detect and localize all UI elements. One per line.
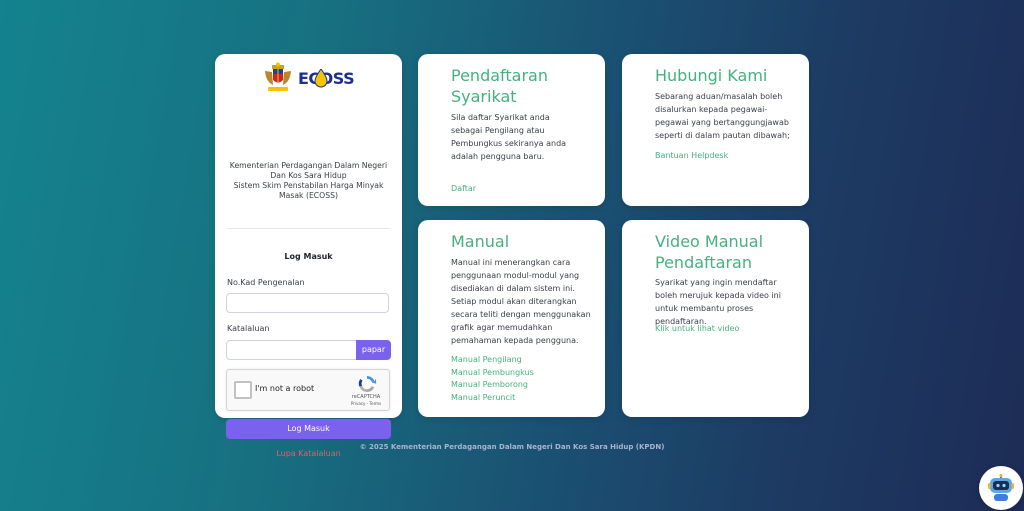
watch-video-link[interactable]: Klik untuk lihat video bbox=[655, 323, 739, 336]
card-body: Manual ini menerangkan cara penggunaan m… bbox=[451, 258, 591, 345]
manual-link-manufacturer[interactable]: Manual Pengilang bbox=[451, 354, 522, 367]
company-registration-card: Pendaftaran Syarikat Sila daftar Syarika… bbox=[418, 54, 605, 206]
card-body: Sebarang aduan/masalah boleh disalurkan … bbox=[655, 92, 790, 140]
password-input[interactable] bbox=[226, 340, 357, 360]
recaptcha-terms-link[interactable]: Privacy - Terms bbox=[344, 401, 388, 406]
system-name: Sistem Skim Penstabilan Harga Minyak Mas… bbox=[233, 181, 384, 200]
register-link[interactable]: Daftar bbox=[451, 183, 476, 196]
show-password-button[interactable]: papar bbox=[356, 340, 391, 360]
card-title: Manual bbox=[451, 232, 510, 251]
recaptcha-brand: reCAPTCHA bbox=[351, 394, 381, 400]
card-body: Syarikat yang ingin mendaftar boleh meru… bbox=[655, 278, 781, 326]
chatbot-button[interactable] bbox=[979, 466, 1023, 510]
login-title: Log Masuk bbox=[284, 252, 333, 261]
oil-drop-icon bbox=[314, 69, 328, 88]
footer-copyright: © 2025 Kementerian Perdagangan Dalam Neg… bbox=[359, 443, 665, 451]
ministry-title: Kementerian Perdagangan Dalam Negeri Dan… bbox=[225, 161, 392, 201]
chatbot-robot-icon bbox=[988, 474, 1014, 501]
logo-row: ECOSS bbox=[215, 60, 402, 98]
divider bbox=[227, 228, 390, 229]
id-number-input[interactable] bbox=[226, 293, 389, 313]
recaptcha-logo-icon bbox=[358, 376, 377, 392]
helpdesk-link[interactable]: Bantuan Helpdesk bbox=[655, 150, 728, 163]
login-card: ECOSS Kementerian Perdagangan Dalam Nege… bbox=[215, 54, 402, 458]
login-button[interactable]: Log Masuk bbox=[226, 419, 391, 439]
manual-link-retailer[interactable]: Manual Peruncit bbox=[451, 392, 515, 405]
recaptcha-widget: I'm not a robot reCAPTCHA Privacy - Term… bbox=[226, 369, 390, 411]
video-manual-card: Video Manual Pendaftaran Syarikat yang i… bbox=[622, 220, 809, 417]
recaptcha-checkbox[interactable] bbox=[234, 381, 252, 399]
card-body: Sila daftar Syarikat anda sebagai Pengil… bbox=[451, 113, 567, 161]
malaysia-crest-icon bbox=[265, 62, 291, 91]
card-title: Pendaftaran Syarikat bbox=[451, 66, 548, 106]
id-number-label: No.Kad Pengenalan bbox=[227, 278, 305, 287]
card-title: Hubungi Kami bbox=[655, 66, 768, 85]
recaptcha-label: I'm not a robot bbox=[255, 384, 315, 393]
manual-link-packer[interactable]: Manual Pembungkus bbox=[451, 367, 534, 380]
ecoss-logo: ECOSS bbox=[298, 68, 355, 90]
manual-card: Manual Manual ini menerangkan cara pengg… bbox=[418, 220, 605, 417]
ministry-name: Kementerian Perdagangan Dalam Negeri Dan… bbox=[229, 161, 388, 180]
manual-link-wholesaler[interactable]: Manual Pemborong bbox=[451, 379, 528, 392]
contact-us-card: Hubungi Kami Sebarang aduan/masalah bole… bbox=[622, 54, 809, 206]
password-label: Katalaluan bbox=[227, 324, 270, 333]
card-title: Video Manual Pendaftaran bbox=[655, 232, 764, 272]
